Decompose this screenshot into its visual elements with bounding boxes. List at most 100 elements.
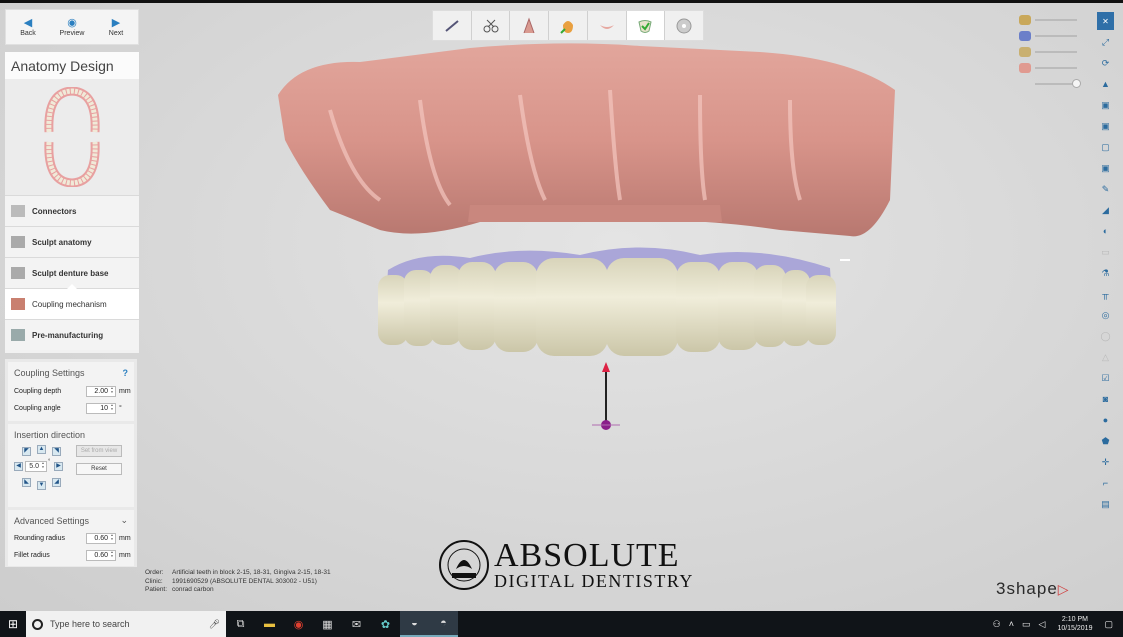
warning-icon[interactable]: △ (1097, 348, 1114, 366)
rounding-radius-input[interactable]: 0.60 (86, 533, 116, 544)
fit-view-icon[interactable]: ⤢ (1097, 33, 1114, 51)
tilt-step-input[interactable]: 5.0 (25, 461, 47, 472)
taskbar-search[interactable]: Type here to search 🎤︎ (26, 611, 226, 637)
gingiva-tool-button[interactable] (588, 11, 627, 40)
view-right-icon[interactable]: ▣ (1097, 159, 1114, 177)
rotate-view-icon[interactable]: ⟳ (1097, 54, 1114, 72)
tilt-down-icon[interactable]: ▼ (37, 481, 46, 490)
unit-label: mm (119, 552, 131, 559)
workflow-panel: Anatomy Design Connectors Sculpt anatomy… (5, 52, 139, 353)
coupling-angle-input[interactable]: 10 (86, 403, 116, 414)
file-explorer-icon[interactable]: ▬ (255, 611, 284, 637)
microphone-icon[interactable]: 🎤︎ (209, 619, 220, 630)
notifications-icon[interactable]: ▢ (1104, 619, 1113, 630)
slider-knob[interactable] (1072, 79, 1081, 88)
cross-section-icon[interactable]: ╥ (1097, 285, 1114, 303)
slider-master[interactable] (1019, 76, 1081, 92)
teeth-tool-button[interactable] (510, 11, 550, 40)
export-tool-button[interactable] (665, 11, 703, 40)
set-from-view-button[interactable]: Set from view (76, 445, 122, 457)
color-map-icon[interactable]: ● (1097, 411, 1114, 429)
step-connectors[interactable]: Connectors (5, 195, 139, 226)
arrow-right-icon: ▶ (111, 17, 121, 29)
volume-icon[interactable]: ◁ (1039, 619, 1046, 630)
search-placeholder: Type here to search (50, 619, 130, 629)
scan-tool-button[interactable] (433, 11, 472, 40)
slider-scan[interactable] (1019, 28, 1077, 44)
slider-model[interactable] (1019, 12, 1077, 28)
view-front-icon[interactable]: ▣ (1097, 96, 1114, 114)
advanced-settings-title: Advanced Settings (14, 515, 90, 526)
clinic-value: 1991690529 (ABSOLUTE DENTAL 303002 - U51… (172, 577, 317, 585)
chrome-icon[interactable]: ◉ (284, 611, 313, 637)
reset-button[interactable]: Reset (76, 463, 122, 475)
system-tray: ⚇ ˄ ▭ ◁ 2:10 PM 10/15/2019 ▢ (989, 615, 1123, 633)
people-icon[interactable]: ⚇ (993, 619, 1001, 630)
preview-button[interactable]: ◉ Preview (50, 10, 94, 44)
coupling-depth-input[interactable]: 2.00 (86, 386, 116, 397)
back-button[interactable]: ◀ Back (6, 10, 50, 44)
window-top-edge (0, 0, 1123, 3)
measure-icon[interactable]: ◐ (1097, 222, 1114, 240)
task-view-icon[interactable]: ⧉ (226, 611, 255, 637)
3d-viewport[interactable] (0, 0, 1123, 611)
connectors-icon (11, 205, 25, 217)
help-icon[interactable]: ? (123, 368, 129, 378)
color-tool-button[interactable] (549, 11, 588, 40)
tilt-right-icon[interactable]: ▶ (54, 462, 63, 471)
coupling-angle-label: Coupling angle (14, 405, 61, 412)
3shape-brand: 3shape▷ (996, 579, 1070, 599)
tilt-down-right-icon[interactable]: ◢ (52, 478, 61, 487)
scissors-icon (483, 19, 499, 32)
shield-icon[interactable]: ⬟ (1097, 432, 1114, 450)
next-button[interactable]: ▶ Next (94, 10, 138, 44)
windows-start-icon[interactable]: ⊞ (0, 611, 26, 637)
camera-view-icon[interactable]: ◎ (1097, 306, 1114, 324)
panel-title: Anatomy Design (5, 52, 139, 79)
coupling-tool-button[interactable] (626, 11, 666, 40)
arrow-left-icon: ◀ (23, 17, 33, 29)
jaw-overview[interactable] (5, 79, 139, 195)
denture-model[interactable] (0, 0, 1123, 611)
mail-icon[interactable]: ✉ (342, 611, 371, 637)
cut-tool-button[interactable] (472, 11, 511, 40)
tilt-down-left-icon[interactable]: ◣ (22, 478, 31, 487)
slider-gingiva[interactable] (1019, 60, 1077, 76)
dental-system-icon[interactable]: ◒ (400, 611, 429, 637)
slider-teeth[interactable] (1019, 44, 1077, 60)
axis-icon[interactable]: ✛ (1097, 453, 1114, 471)
preview-label: Preview (59, 30, 85, 37)
sculpt-tool-icon (11, 236, 25, 248)
clock[interactable]: 2:10 PM 10/15/2019 (1057, 615, 1092, 633)
network-icon[interactable]: ▭ (1022, 619, 1031, 630)
tilt-up-right-icon[interactable]: ◥ (52, 447, 61, 456)
view-left-icon[interactable]: ▢ (1097, 138, 1114, 156)
dental-designer-icon[interactable]: ◓ (429, 611, 458, 637)
flask-icon[interactable]: ⚗ (1097, 264, 1114, 282)
step-coupling-mechanism[interactable]: Coupling mechanism (5, 284, 139, 319)
checkbox-icon[interactable]: ☑ (1097, 369, 1114, 387)
insertion-title: Insertion direction (14, 429, 86, 440)
gingiva-swatch-icon (1019, 63, 1031, 73)
tilt-left-icon[interactable]: ◀ (14, 462, 23, 471)
clip-plane-icon[interactable]: ▭ (1097, 243, 1114, 261)
ruler-icon[interactable]: ⌐ (1097, 474, 1114, 492)
save-icon[interactable]: ▤ (1097, 495, 1114, 513)
graduation-icon[interactable]: ▲ (1097, 75, 1114, 93)
app-icon[interactable]: ✿ (371, 611, 400, 637)
transparency-icon[interactable]: ◯ (1097, 327, 1114, 345)
store-icon[interactable]: ▦ (313, 611, 342, 637)
chevron-down-icon[interactable]: ⌄ (120, 515, 128, 526)
snapshot-icon[interactable]: ◙ (1097, 390, 1114, 408)
fillet-radius-input[interactable]: 0.60 (86, 550, 116, 561)
pen-tool-icon[interactable]: ✎ (1097, 180, 1114, 198)
tilt-up-icon[interactable]: ▲ (37, 445, 46, 454)
chevron-up-icon[interactable]: ˄ (1009, 619, 1014, 629)
tilt-up-left-icon[interactable]: ◤ (22, 447, 31, 456)
step-sculpt-anatomy[interactable]: Sculpt anatomy (5, 226, 139, 257)
view-back-icon[interactable]: ▣ (1097, 117, 1114, 135)
step-pre-manufacturing[interactable]: Pre-manufacturing (5, 319, 139, 350)
cortana-icon (32, 618, 43, 630)
close-icon[interactable]: ✕ (1097, 12, 1114, 30)
wax-knife-icon[interactable]: ◢ (1097, 201, 1114, 219)
